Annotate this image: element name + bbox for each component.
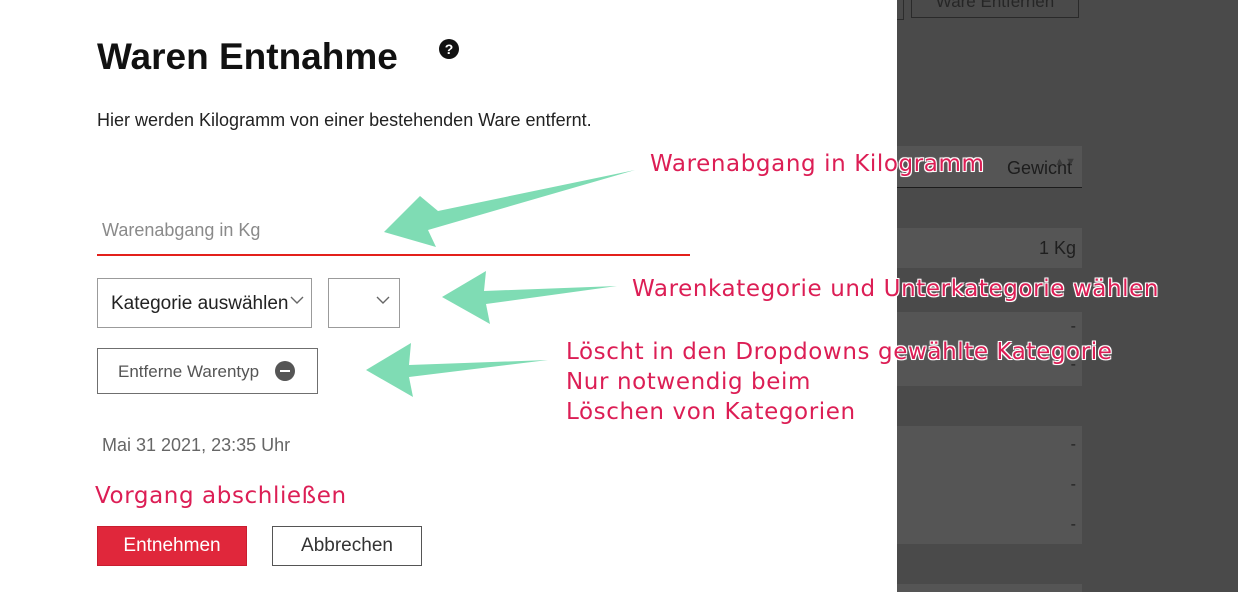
- annotation-arrow: [442, 271, 617, 324]
- annotation-arrow: [366, 343, 548, 397]
- annotation-category: Warenkategorie und Unterkategorie wählen: [632, 276, 1160, 302]
- annotation-remove-line1: Löscht in den Dropdowns gewählte Kategor…: [566, 339, 1113, 365]
- annotation-arrow: [384, 170, 635, 247]
- annotation-kg: Warenabgang in Kilogramm: [650, 151, 985, 177]
- annotation-remove-line2: Nur notwendig beim: [566, 369, 812, 395]
- annotation-remove-line3: Löschen von Kategorien: [566, 399, 856, 425]
- annotation-finish: Vorgang abschließen: [95, 483, 347, 509]
